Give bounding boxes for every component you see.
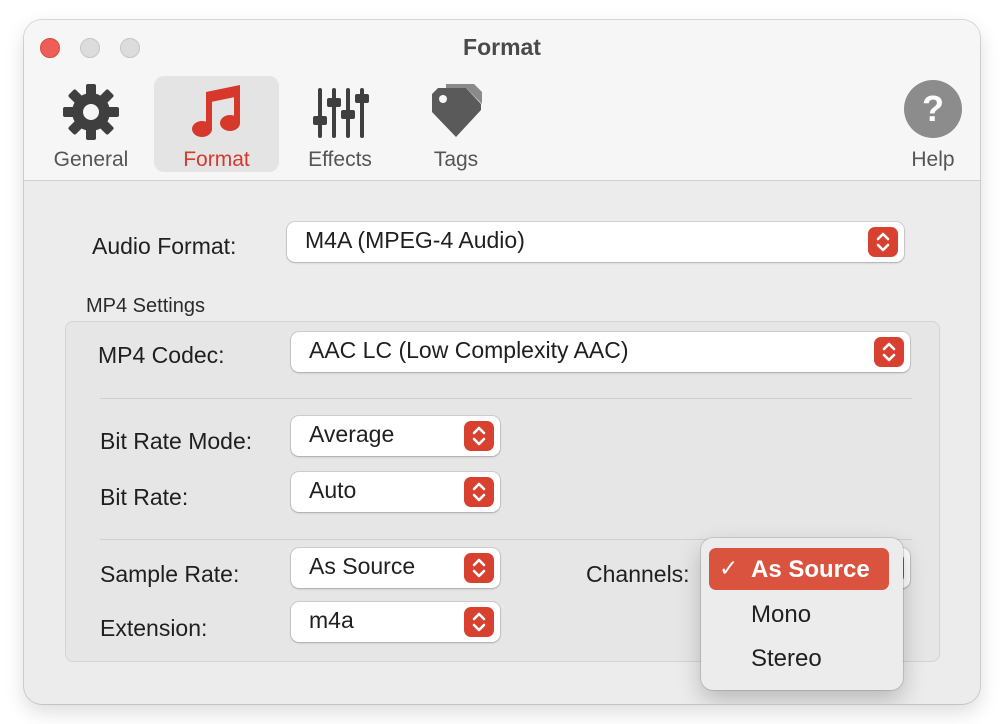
tag-icon bbox=[432, 84, 482, 137]
format-preferences-window: Format General Format Effects Tags ? Hel… bbox=[24, 20, 980, 704]
mp4-settings-title: MP4 Settings bbox=[86, 295, 205, 317]
extension-label: Extension: bbox=[100, 615, 208, 641]
sample-rate-value: As Source bbox=[309, 553, 416, 579]
window-title: Format bbox=[463, 34, 541, 60]
toolbar-label-effects: Effects bbox=[308, 148, 372, 171]
mp4-codec-label: MP4 Codec: bbox=[98, 342, 225, 368]
bit-rate-mode-popup[interactable]: Average bbox=[291, 416, 500, 456]
bit-rate-mode-value: Average bbox=[309, 421, 395, 447]
mp4-codec-popup[interactable]: AAC LC (Low Complexity AAC) bbox=[291, 332, 910, 372]
chevron-updown-icon bbox=[464, 553, 494, 583]
audio-format-label: Audio Format: bbox=[92, 233, 237, 259]
toolbar-item-general[interactable]: General bbox=[32, 76, 150, 172]
channels-option-mono[interactable]: Mono bbox=[709, 593, 889, 635]
extension-value: m4a bbox=[309, 607, 354, 633]
channels-option-label: Mono bbox=[751, 601, 812, 628]
toolbar-label-tags: Tags bbox=[433, 148, 479, 171]
toolbar-item-effects[interactable]: Effects bbox=[282, 76, 398, 172]
toolbar-label-format: Format bbox=[183, 148, 250, 171]
sample-rate-label: Sample Rate: bbox=[100, 561, 240, 587]
bit-rate-popup[interactable]: Auto bbox=[291, 472, 500, 512]
chevron-updown-icon bbox=[464, 477, 494, 507]
channels-option-label: Stereo bbox=[751, 645, 822, 672]
mp4-codec-value: AAC LC (Low Complexity AAC) bbox=[309, 337, 629, 363]
gear-icon bbox=[63, 84, 119, 140]
sample-rate-popup[interactable]: As Source bbox=[291, 548, 500, 588]
chevron-updown-icon bbox=[464, 421, 494, 451]
music-note-icon bbox=[191, 85, 240, 137]
separator bbox=[100, 398, 912, 399]
channels-label: Channels: bbox=[586, 561, 690, 587]
checkmark-icon: ✓ bbox=[719, 555, 739, 581]
toolbar-label-help: Help bbox=[911, 148, 955, 171]
chevron-updown-icon bbox=[874, 337, 904, 367]
toolbar-item-help[interactable]: ? Help bbox=[886, 76, 980, 172]
channels-option-as-source[interactable]: ✓ As Source bbox=[709, 548, 889, 590]
bit-rate-label: Bit Rate: bbox=[100, 484, 189, 510]
toolbar-item-format[interactable]: Format bbox=[154, 76, 279, 172]
chevron-updown-icon bbox=[868, 227, 898, 257]
channels-option-label: As Source bbox=[751, 556, 870, 583]
extension-popup[interactable]: m4a bbox=[291, 602, 500, 642]
sliders-icon bbox=[313, 88, 369, 138]
title-bar: Format General Format Effects Tags ? Hel… bbox=[24, 20, 980, 181]
channels-dropdown-menu: ✓ As Source Mono Stereo bbox=[701, 538, 903, 690]
bit-rate-value: Auto bbox=[309, 477, 357, 503]
toolbar-label-general: General bbox=[53, 148, 129, 171]
toolbar-item-tags[interactable]: Tags bbox=[404, 76, 508, 172]
audio-format-popup[interactable]: M4A (MPEG-4 Audio) bbox=[287, 222, 904, 262]
help-icon: ? bbox=[904, 80, 962, 138]
bit-rate-mode-label: Bit Rate Mode: bbox=[100, 428, 253, 454]
channels-option-stereo[interactable]: Stereo bbox=[709, 637, 889, 679]
chevron-updown-icon bbox=[464, 607, 494, 637]
audio-format-value: M4A (MPEG-4 Audio) bbox=[305, 227, 525, 253]
